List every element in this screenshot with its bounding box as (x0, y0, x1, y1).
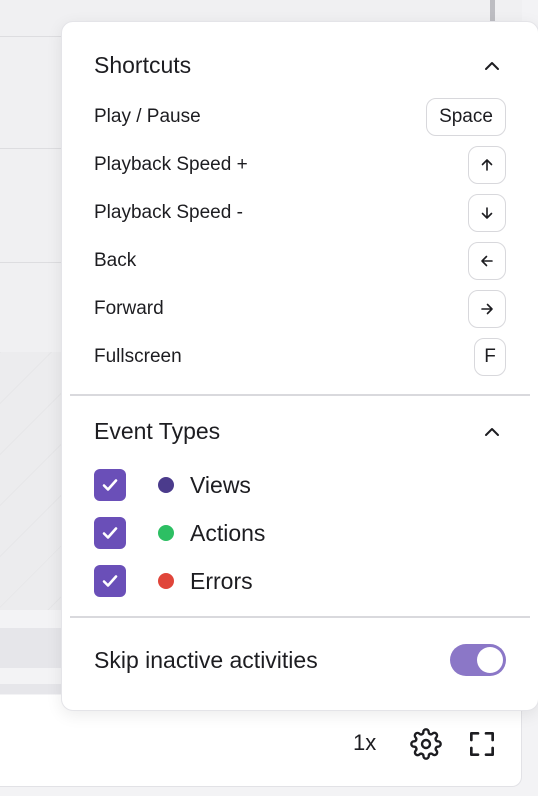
shortcut-row-forward: Forward (94, 289, 506, 329)
checkmark-icon (102, 479, 118, 491)
errors-checkbox[interactable] (94, 565, 126, 597)
shortcut-row-play-pause: Play / Pause Space (94, 97, 506, 137)
views-label: Views (190, 471, 251, 498)
chevron-up-icon[interactable] (482, 56, 502, 76)
shortcut-row-fullscreen: Fullscreen F (94, 337, 506, 377)
actions-color-dot (158, 525, 174, 541)
actions-label: Actions (190, 519, 266, 546)
key-badge-space: Space (426, 98, 506, 136)
shortcut-label: Playback Speed + (94, 154, 248, 175)
event-types-section-header[interactable]: Event Types (94, 418, 502, 445)
shortcut-label: Back (94, 250, 137, 271)
shortcut-row-speed-up: Playback Speed + (94, 145, 506, 185)
section-divider (70, 616, 530, 618)
key-badge-f: F (474, 338, 506, 376)
viewport-scrollbar[interactable] (490, 0, 495, 22)
views-color-dot (158, 477, 174, 493)
checkmark-icon (102, 527, 118, 539)
shortcuts-title: Shortcuts (94, 52, 192, 78)
skip-inactive-label: Skip inactive activities (94, 647, 318, 673)
player-settings-popup: Shortcuts Play / Pause Space Playback Sp… (61, 21, 538, 711)
views-checkbox[interactable] (94, 469, 126, 501)
event-type-row-views[interactable]: Views (94, 469, 251, 501)
toggle-knob (477, 647, 503, 673)
shortcut-label: Forward (94, 298, 164, 319)
checkmark-icon (102, 575, 118, 587)
chevron-up-icon[interactable] (482, 422, 502, 442)
shortcut-label: Play / Pause (94, 106, 201, 127)
arrow-down-icon (481, 207, 493, 219)
key-badge-arrow-down (468, 194, 506, 232)
section-divider (70, 394, 530, 396)
playback-speed-button[interactable]: 1x (353, 730, 376, 756)
arrow-right-icon (481, 303, 493, 315)
key-badge-arrow-up (468, 146, 506, 184)
event-type-row-errors[interactable]: Errors (94, 565, 253, 597)
shortcuts-section-header[interactable]: Shortcuts (94, 52, 502, 79)
fullscreen-icon[interactable] (466, 728, 498, 760)
arrow-up-icon (481, 159, 493, 171)
skip-inactive-toggle[interactable] (450, 644, 506, 676)
event-types-title: Event Types (94, 418, 221, 444)
shortcut-label: Fullscreen (94, 346, 182, 367)
errors-color-dot (158, 573, 174, 589)
shortcut-row-speed-down: Playback Speed - (94, 193, 506, 233)
key-badge-arrow-right (468, 290, 506, 328)
arrow-left-icon (481, 255, 493, 267)
event-type-row-actions[interactable]: Actions (94, 517, 265, 549)
errors-label: Errors (190, 567, 253, 594)
gear-icon[interactable] (410, 728, 442, 760)
key-badge-arrow-left (468, 242, 506, 280)
shortcut-label: Playback Speed - (94, 202, 243, 223)
actions-checkbox[interactable] (94, 517, 126, 549)
shortcut-row-back: Back (94, 241, 506, 281)
